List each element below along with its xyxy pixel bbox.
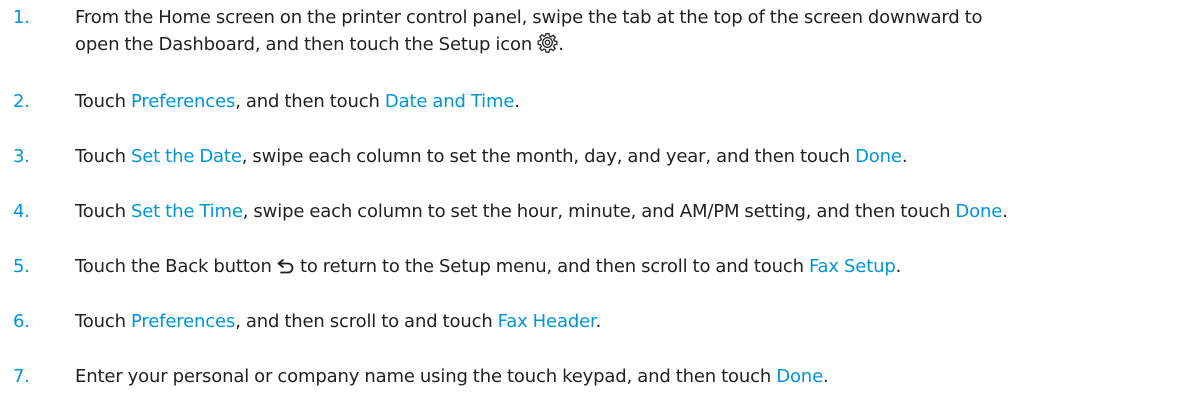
step-text: Touch Set the Date, swipe each column to… bbox=[75, 143, 1185, 170]
ui-term-date-and-time: Date and Time bbox=[384, 91, 515, 112]
ui-term-done: Done bbox=[855, 146, 902, 167]
step-number: 5. bbox=[13, 256, 30, 277]
step-number: 7. bbox=[13, 366, 30, 387]
step-text-part: , and then touch bbox=[235, 91, 385, 112]
instruction-steps: 1. From the Home screen on the printer c… bbox=[0, 0, 1194, 407]
ui-term-preferences: Preferences bbox=[130, 91, 236, 112]
step-text-part: , and then scroll to and touch bbox=[235, 311, 498, 332]
step-text: Touch Set the Time, swipe each column to… bbox=[75, 198, 1185, 225]
step-text-part: Touch bbox=[75, 311, 131, 332]
step-number: 2. bbox=[13, 91, 30, 112]
step-text-part: Touch bbox=[75, 146, 131, 167]
ui-term-preferences: Preferences bbox=[130, 311, 236, 332]
ui-term-done: Done bbox=[776, 366, 823, 387]
step-text-part: Touch the Back button bbox=[75, 256, 277, 277]
step-text-part: . bbox=[901, 146, 908, 167]
step-text-part: . bbox=[823, 366, 829, 387]
step-number: 1. bbox=[13, 7, 30, 28]
step-text-part: Enter your personal or company name usin… bbox=[75, 366, 777, 387]
step-text: Touch Preferences, and then scroll to an… bbox=[75, 308, 1185, 335]
step-number: 3. bbox=[13, 146, 30, 167]
step-number: 4. bbox=[13, 201, 30, 222]
step-text-part: open the Dashboard, and then touch the S… bbox=[75, 34, 533, 55]
step-text: From the Home screen on the printer cont… bbox=[75, 4, 1185, 58]
step-text-part: From the Home screen on the printer cont… bbox=[75, 7, 983, 28]
step-text: Touch the Back button to return to the S… bbox=[75, 253, 1185, 280]
step-text-part: . bbox=[1002, 201, 1008, 222]
step-number: 6. bbox=[13, 311, 30, 332]
step-text-part: . bbox=[895, 256, 902, 277]
gear-icon bbox=[537, 32, 558, 53]
ui-term-done: Done bbox=[955, 201, 1003, 222]
step-text-part: Touch bbox=[75, 91, 131, 112]
step-text: Enter your personal or company name usin… bbox=[75, 363, 1185, 390]
ui-term-fax-setup: Fax Setup bbox=[808, 256, 896, 277]
step-text-part: , swipe each column to set the hour, min… bbox=[242, 201, 956, 222]
back-arrow-icon bbox=[277, 257, 295, 275]
ui-term-set-the-time: Set the Time bbox=[130, 201, 243, 222]
ui-term-fax-header: Fax Header bbox=[497, 311, 596, 332]
step-text-part: Touch bbox=[75, 201, 131, 222]
step-text-part: , swipe each column to set the month, da… bbox=[241, 146, 856, 167]
step-text-part: . bbox=[595, 311, 602, 332]
ui-term-set-the-date: Set the Date bbox=[130, 146, 242, 167]
step-text-part: . bbox=[514, 91, 520, 112]
step-text-part: to return to the Setup menu, and then sc… bbox=[299, 256, 809, 277]
step-text-part: . bbox=[558, 34, 564, 55]
step-text: Touch Preferences, and then touch Date a… bbox=[75, 88, 1185, 115]
